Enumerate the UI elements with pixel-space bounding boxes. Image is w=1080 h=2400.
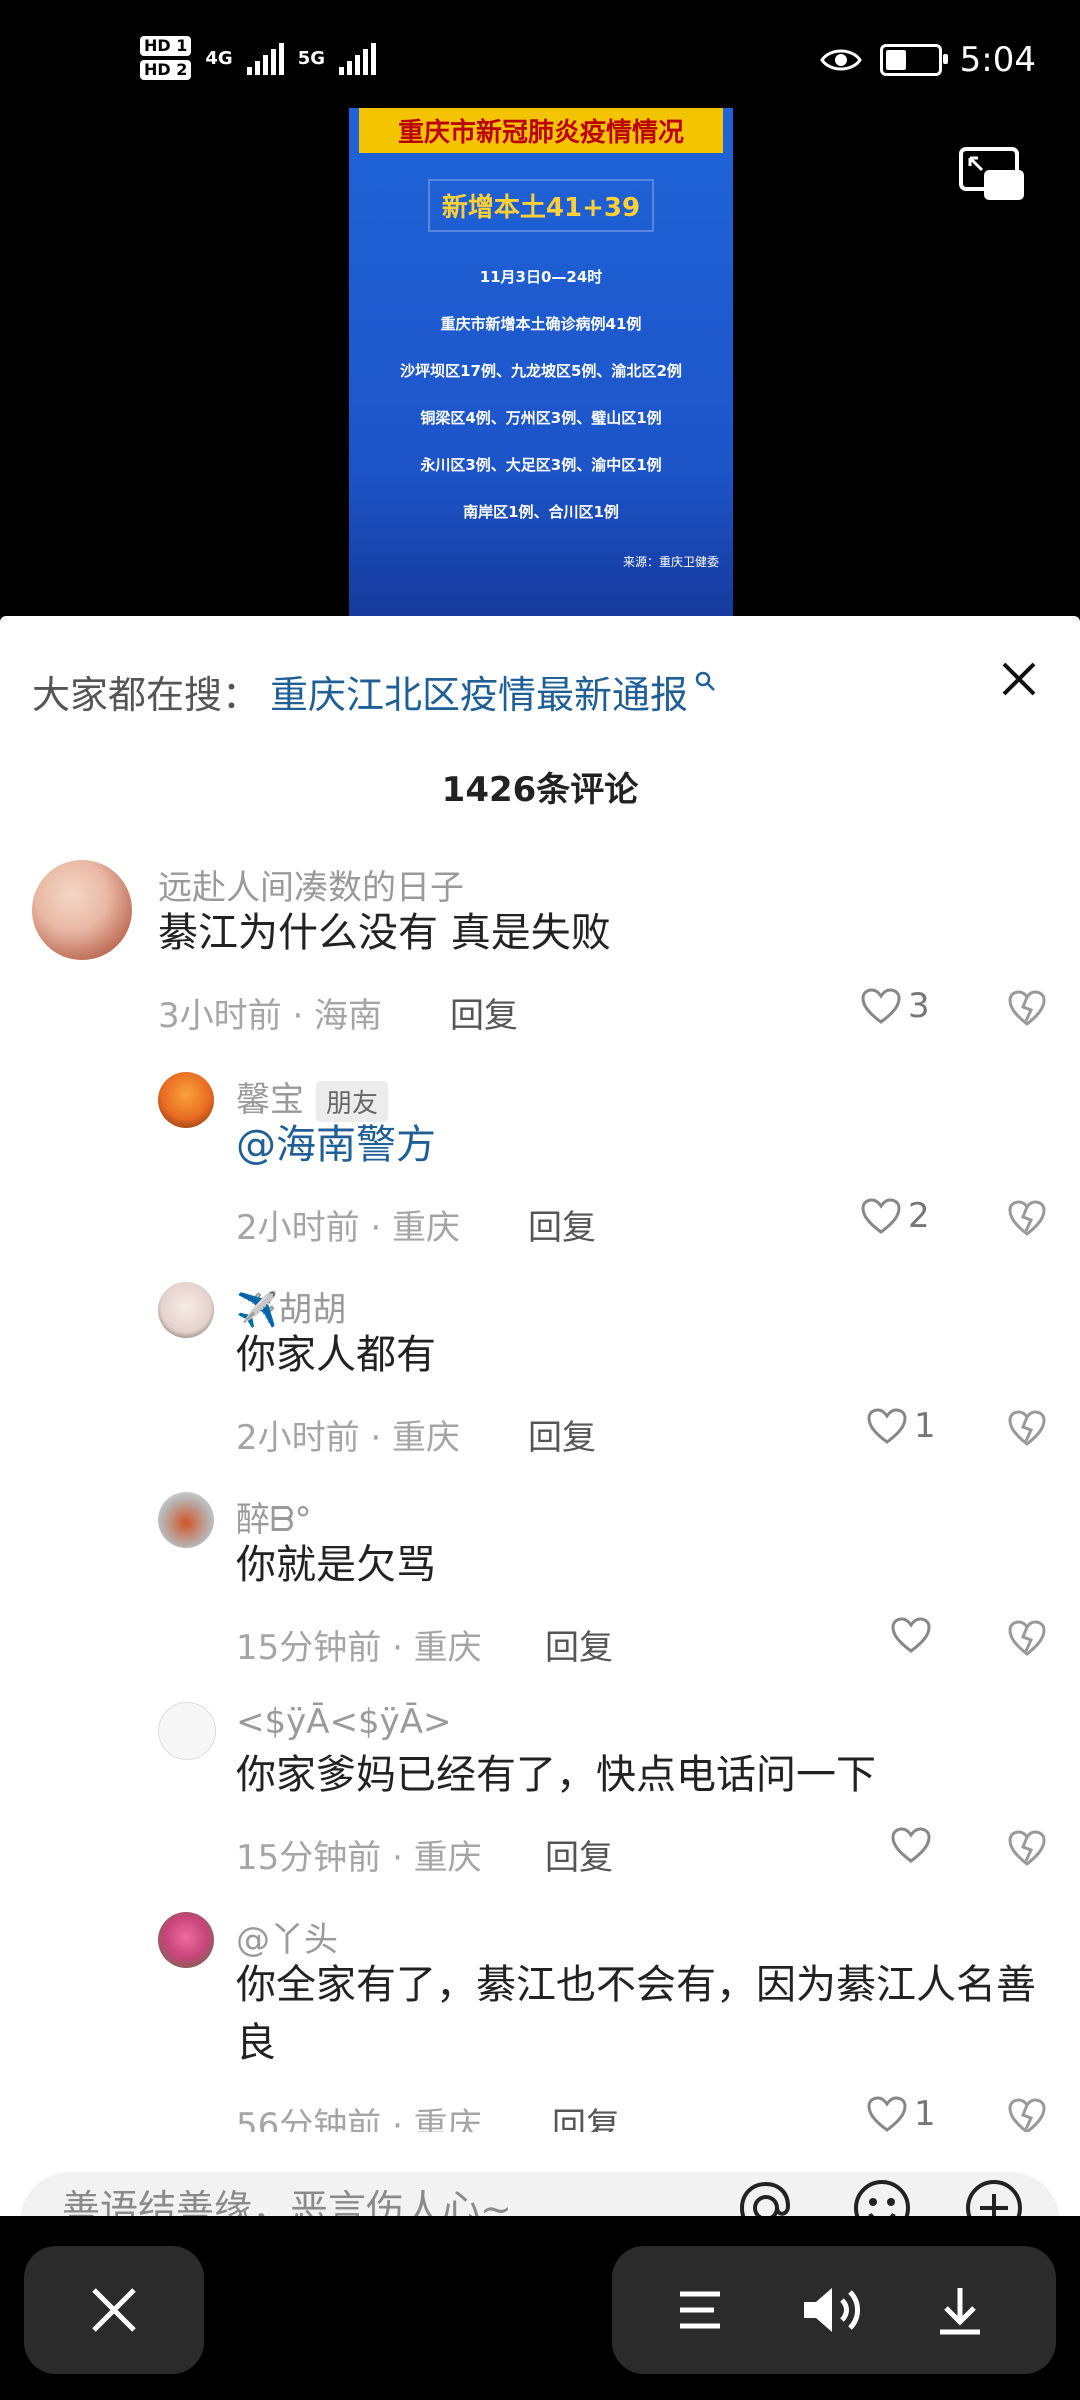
hd1-badge: HD 1 xyxy=(140,36,192,56)
comment-item: ✈️胡胡 你家人都有 2小时前 · 重庆 回复 1 xyxy=(0,1282,1080,1482)
comment-item: 醉ᗷ° 你就是欠骂 15分钟前 · 重庆 回复 xyxy=(0,1492,1080,1692)
comment-author[interactable]: 远赴人间凑数的日子 xyxy=(158,860,464,909)
comment-text[interactable]: 你就是欠骂 xyxy=(236,1536,436,1594)
video-line: 沙坪坝区17例、九龙坡区5例、渝北区2例 xyxy=(400,362,682,380)
bottom-controls xyxy=(0,2216,1080,2400)
reply-button[interactable]: 回复 xyxy=(528,1200,596,1249)
comment-author[interactable]: @丫头 xyxy=(236,1912,338,1961)
battery-icon xyxy=(879,44,948,76)
heart-icon xyxy=(891,1617,931,1653)
video-source: 来源：重庆卫健委 xyxy=(622,555,719,569)
heart-icon xyxy=(891,1827,931,1863)
comment-author[interactable]: ✈️胡胡 xyxy=(236,1282,346,1331)
signal-icon xyxy=(339,41,376,75)
like-button[interactable] xyxy=(890,1826,932,1864)
comment-text[interactable]: @海南警方 xyxy=(236,1116,436,1174)
net1-label: 4G xyxy=(205,47,233,69)
avatar[interactable] xyxy=(158,1912,214,1968)
clock: 5:04 xyxy=(959,40,1036,80)
hd2-badge: HD 2 xyxy=(140,60,192,80)
video-line: 永川区3例、大足区3例、渝中区1例 xyxy=(420,456,662,474)
like-count: 3 xyxy=(908,986,930,1026)
avatar[interactable] xyxy=(32,860,132,960)
heart-icon xyxy=(861,988,901,1024)
comment-input-bar: 善语结善缘，恶言伤人心~ xyxy=(0,2132,1080,2272)
video-line: 铜梁区4例、万州区3例、璧山区1例 xyxy=(420,409,662,427)
comment-item: @丫头 你全家有了，綦江也不会有，因为綦江人名善良 56分钟前 · 重庆 回复 … xyxy=(0,1912,1080,2146)
media-controls xyxy=(612,2246,1056,2374)
avatar[interactable] xyxy=(158,1492,214,1548)
comment-sheet: 大家都在搜： 重庆江北区疫情最新通报 1426条评论 远赴人间凑数的日子 綦江为… xyxy=(0,616,1080,2272)
download-icon[interactable] xyxy=(932,2282,988,2338)
reply-button[interactable]: 回复 xyxy=(450,988,518,1037)
reply-button[interactable]: 回复 xyxy=(545,1620,613,1669)
like-count: 1 xyxy=(914,1406,936,1446)
author-name: 馨宝 xyxy=(236,1080,304,1120)
net2-label: 5G xyxy=(297,47,325,69)
video-title: 重庆市新冠肺炎疫情情况 xyxy=(359,108,723,153)
dislike-heart-icon[interactable] xyxy=(1006,988,1048,1028)
comment-meta: 2小时前 · 重庆 xyxy=(236,1208,461,1248)
heart-icon xyxy=(867,2096,907,2132)
like-button[interactable]: 1 xyxy=(866,1406,936,1446)
comment-text[interactable]: 你家爹妈已经有了，快点电话问一下 xyxy=(236,1746,876,1804)
video-line: 11月3日0—24时 xyxy=(479,268,603,286)
search-link[interactable]: 重庆江北区疫情最新通报 xyxy=(270,664,688,719)
like-count: 1 xyxy=(914,2094,936,2134)
like-button[interactable]: 1 xyxy=(866,2094,936,2134)
network-indicators: HD 1 HD 2 4G 5G xyxy=(140,36,376,80)
close-button[interactable] xyxy=(24,2246,204,2374)
dislike-heart-icon[interactable] xyxy=(1006,1618,1048,1658)
comment-item: 馨宝 朋友 @海南警方 2小时前 · 重庆 回复 2 xyxy=(0,1072,1080,1272)
reply-button[interactable]: 回复 xyxy=(545,1830,613,1879)
dislike-heart-icon[interactable] xyxy=(1006,1408,1048,1448)
dislike-heart-icon[interactable] xyxy=(1006,2096,1048,2136)
close-icon[interactable] xyxy=(996,656,1042,702)
comment-author[interactable]: 醉ᗷ° xyxy=(236,1492,312,1541)
comment-text[interactable]: 你全家有了，綦江也不会有，因为綦江人名善良 xyxy=(236,1956,1036,2072)
status-bar: HD 1 HD 2 4G 5G 5:04 xyxy=(0,0,1080,110)
avatar[interactable] xyxy=(158,1072,214,1128)
avatar[interactable] xyxy=(158,1282,214,1338)
heart-icon xyxy=(867,1408,907,1444)
comment-text[interactable]: 你家人都有 xyxy=(236,1326,436,1384)
comment-meta: 15分钟前 · 重庆 xyxy=(236,1628,482,1668)
menu-icon[interactable] xyxy=(672,2282,728,2338)
comment-author[interactable]: 馨宝 朋友 xyxy=(236,1072,389,1122)
heart-icon xyxy=(861,1198,901,1234)
comment-author[interactable]: <$ÿĀ<$ÿĀ> xyxy=(236,1702,452,1742)
like-button[interactable]: 3 xyxy=(860,986,930,1026)
comment-text[interactable]: 綦江为什么没有 真是失败 xyxy=(158,904,611,962)
comment-count: 1426条评论 xyxy=(441,770,639,810)
comment-item: 远赴人间凑数的日子 綦江为什么没有 真是失败 3小时前 · 海南 回复 3 xyxy=(0,860,1080,1060)
comment-item: <$ÿĀ<$ÿĀ> 你家爹妈已经有了，快点电话问一下 15分钟前 · 重庆 回复 xyxy=(0,1702,1080,1902)
picture-in-picture-icon[interactable] xyxy=(958,146,1028,204)
eye-icon xyxy=(819,49,862,71)
search-prefix: 大家都在搜： xyxy=(32,672,261,717)
comment-meta: 3小时前 · 海南 xyxy=(158,996,383,1036)
like-count: 2 xyxy=(908,1196,930,1236)
reply-button[interactable]: 回复 xyxy=(528,1410,596,1459)
dislike-heart-icon[interactable] xyxy=(1006,1828,1048,1868)
comment-meta: 2小时前 · 重庆 xyxy=(236,1418,461,1458)
sim-badges: HD 1 HD 2 xyxy=(140,36,192,80)
video-highlight: 新增本土41+39 xyxy=(427,179,655,232)
video-frame[interactable]: 重庆市新冠肺炎疫情情况 新增本土41+39 11月3日0—24时 重庆市新增本土… xyxy=(349,108,733,616)
video-line: 重庆市新增本土确诊病例41例 xyxy=(440,315,642,333)
close-icon xyxy=(92,2288,136,2332)
dislike-heart-icon[interactable] xyxy=(1006,1198,1048,1238)
volume-icon[interactable] xyxy=(798,2280,868,2340)
search-icon xyxy=(695,671,715,691)
like-button[interactable]: 2 xyxy=(860,1196,930,1236)
video-line: 南岸区1例、合川区1例 xyxy=(463,503,619,521)
trending-search[interactable]: 大家都在搜： 重庆江北区疫情最新通报 xyxy=(32,656,1040,726)
comment-meta: 15分钟前 · 重庆 xyxy=(236,1838,482,1878)
avatar[interactable] xyxy=(158,1702,216,1760)
signal-icon xyxy=(246,41,284,75)
like-button[interactable] xyxy=(890,1616,932,1654)
